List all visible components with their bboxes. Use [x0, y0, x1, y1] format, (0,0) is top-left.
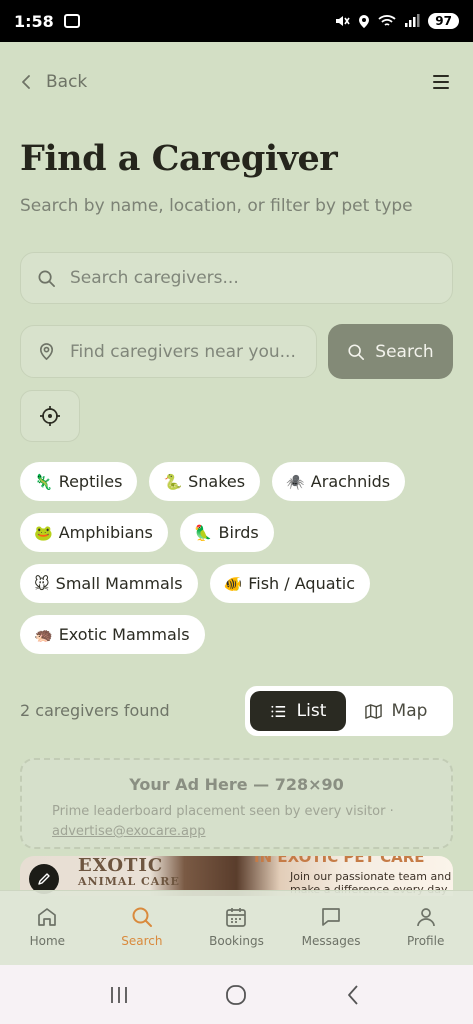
chevron-left-icon: [22, 75, 30, 89]
page-title: Find a Caregiver: [20, 138, 338, 179]
chip-label: Birds: [218, 523, 259, 542]
crosshair-icon: [40, 406, 60, 426]
frog-icon: 🐸: [34, 523, 53, 542]
brand-line2: ANIMAL CARE: [78, 875, 180, 888]
map-pin-icon: [39, 343, 54, 361]
location-search-placeholder: Find caregivers near you...: [70, 341, 296, 362]
search-icon: [38, 270, 55, 287]
chip-label: Amphibians: [58, 523, 153, 542]
ad-placeholder[interactable]: Your Ad Here — 728×90 Prime leaderboard …: [20, 758, 453, 849]
ad-title: Your Ad Here — 728×90: [129, 775, 344, 794]
ad-description: Prime leaderboard placement seen by ever…: [52, 802, 432, 842]
brand-line1: EXOTIC: [78, 856, 164, 876]
chip-label: Exotic Mammals: [58, 625, 190, 644]
results-count: 2 caregivers found: [20, 701, 170, 720]
parrot-icon: 🦜: [193, 523, 213, 542]
screen-record-icon: [63, 14, 80, 28]
hedgehog-icon: 🦔: [34, 625, 53, 644]
page-subtitle: Search by name, location, or filter by p…: [20, 196, 413, 216]
caregiver-search-input[interactable]: Search caregivers...: [20, 252, 453, 304]
wifi-icon: [378, 15, 396, 26]
chip-snakes[interactable]: 🐍 Snakes: [149, 462, 261, 501]
battery-indicator: 97: [428, 13, 459, 29]
mouse-icon: 🐭: [34, 574, 50, 593]
fish-icon: 🐠: [223, 574, 243, 593]
caregiver-search-placeholder: Search caregivers...: [70, 268, 239, 288]
tab-messages[interactable]: Messages: [284, 891, 379, 965]
chip-label: Fish / Aquatic: [248, 574, 356, 593]
tab-bookings[interactable]: Bookings: [189, 891, 284, 965]
calendar-icon: [226, 908, 247, 927]
view-toggle: List Map: [245, 686, 453, 736]
chip-birds[interactable]: 🦜 Birds: [179, 513, 274, 552]
top-nav: Back: [20, 62, 453, 102]
card-brand: EXOTIC ANIMAL CARE: [78, 856, 180, 890]
status-icons: 97: [334, 13, 459, 29]
search-icon: [132, 907, 152, 927]
map-view-label: Map: [391, 701, 428, 721]
status-time: 1:58: [14, 11, 54, 31]
list-view-button[interactable]: List: [250, 691, 346, 731]
back-button[interactable]: Back: [20, 72, 87, 92]
chip-label: Arachnids: [310, 472, 391, 491]
lizard-icon: 🦎: [34, 472, 53, 491]
location-search-input[interactable]: Find caregivers near you...: [20, 325, 317, 378]
mute-icon: [336, 16, 350, 26]
pencil-icon: [38, 873, 50, 885]
tab-label: Messages: [301, 934, 361, 948]
chip-fish-aquatic[interactable]: 🐠 Fish / Aquatic: [209, 564, 371, 603]
card-copy-line1: Join our passionate team and: [290, 870, 452, 883]
back-arrow-icon[interactable]: [342, 983, 366, 1007]
chip-label: Small Mammals: [55, 574, 183, 593]
location-icon: [359, 14, 370, 28]
chip-label: Snakes: [188, 472, 246, 491]
search-button[interactable]: Search: [328, 324, 453, 379]
use-my-location-button[interactable]: [20, 390, 80, 442]
snake-icon: 🐍: [163, 472, 183, 491]
chip-small-mammals[interactable]: 🐭 Small Mammals: [20, 564, 198, 603]
home-icon: [38, 908, 57, 926]
chip-reptiles[interactable]: 🦎 Reptiles: [20, 462, 138, 501]
pet-type-filters: 🦎 Reptiles 🐍 Snakes 🕷️ Arachnids 🐸 Amphibian…: [20, 462, 460, 666]
chip-amphibians[interactable]: 🐸 Amphibians: [20, 513, 168, 552]
tab-home[interactable]: Home: [0, 891, 95, 965]
home-circle-icon[interactable]: [224, 983, 248, 1007]
map-icon: [364, 703, 382, 719]
ad-description-text: Prime leaderboard placement seen by ever…: [52, 804, 394, 819]
person-icon: [416, 908, 435, 927]
tab-label: Home: [29, 934, 66, 948]
message-icon: [322, 908, 340, 926]
tab-label: Bookings: [209, 934, 264, 948]
tab-label: Search: [121, 934, 163, 948]
spider-icon: 🕷️: [286, 472, 305, 491]
signal-icon: [405, 14, 420, 27]
bottom-tab-bar: Home Search Bookings Messages Profile: [0, 890, 473, 965]
search-button-label: Search: [375, 341, 434, 362]
list-view-label: List: [296, 701, 327, 721]
tab-profile[interactable]: Profile: [378, 891, 473, 965]
tab-label: Profile: [407, 934, 445, 948]
hamburger-menu-icon[interactable]: [429, 70, 453, 94]
search-icon: [348, 343, 365, 360]
recent-apps-icon[interactable]: [107, 983, 131, 1007]
chip-exotic-mammals[interactable]: 🦔 Exotic Mammals: [20, 615, 205, 654]
ad-email-link[interactable]: advertise@exocare.app: [52, 824, 206, 839]
tab-search[interactable]: Search: [95, 891, 190, 965]
status-bar: 1:58 97: [0, 0, 473, 42]
chip-arachnids[interactable]: 🕷️ Arachnids: [272, 462, 406, 501]
list-icon: [271, 705, 285, 717]
system-nav-bar: [0, 965, 473, 1024]
chip-label: Reptiles: [58, 472, 123, 491]
card-headline: IN EXOTIC PET CARE: [254, 856, 425, 866]
map-view-button[interactable]: Map: [346, 691, 446, 731]
back-label: Back: [46, 72, 88, 92]
